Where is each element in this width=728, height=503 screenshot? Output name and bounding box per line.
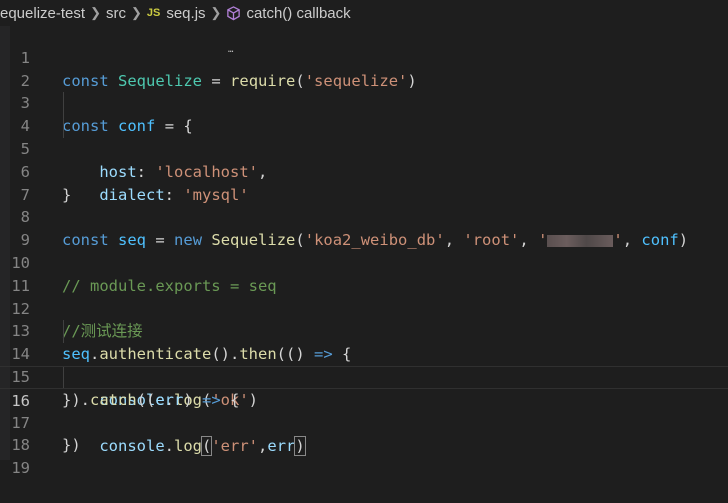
breadcrumb-subfolder[interactable]: src xyxy=(106,5,126,22)
code-line[interactable]: 8 const seq = new Sequelize('koa2_weibo_… xyxy=(0,184,728,249)
code-line[interactable]: 2 xyxy=(0,47,728,90)
indent-guide xyxy=(63,320,64,344)
code-line[interactable]: 7 xyxy=(0,161,728,204)
code-line[interactable]: 3 const conf = { xyxy=(0,70,728,135)
code-line[interactable]: 10 // module.exports = seq xyxy=(0,229,728,295)
breadcrumb-file-label: seq.js xyxy=(166,4,206,22)
code-line[interactable]: 15 }).catch((err) => { xyxy=(0,343,728,409)
js-file-icon: JS xyxy=(146,7,161,19)
code-line[interactable]: 1 const Sequelize = require('sequelize')… xyxy=(0,24,728,90)
code-line[interactable]: 9 xyxy=(0,206,728,249)
code-line[interactable]: 5 dialect: 'mysql' xyxy=(0,115,728,204)
breadcrumb-symbol-label: catch() callback xyxy=(246,4,351,22)
code-editor[interactable]: 1 const Sequelize = require('sequelize')… xyxy=(0,24,728,477)
chevron-right-icon: ❯ xyxy=(210,5,222,20)
code-line[interactable]: 11 xyxy=(0,252,728,295)
breadcrumb-folder[interactable]: equelize-test xyxy=(0,5,85,22)
code-line[interactable]: 13 seq.authenticate().then(() => { xyxy=(0,298,728,363)
indent-guide xyxy=(63,115,64,138)
code-line[interactable]: 17 }) xyxy=(0,389,728,455)
code-line[interactable]: 14 console.log('ok') xyxy=(0,320,728,409)
indent-guide xyxy=(63,92,64,116)
code-line[interactable]: 12 //测试连接 xyxy=(0,275,728,341)
chevron-right-icon: ❯ xyxy=(90,5,101,20)
line-number: 19 xyxy=(11,459,30,478)
indent-guide xyxy=(63,366,64,388)
code-line-active[interactable]: 16 console.log('err',err) xyxy=(0,365,728,457)
code-line[interactable]: 18 xyxy=(0,412,728,454)
breadcrumb-symbol[interactable]: catch() callback xyxy=(226,4,351,22)
code-line[interactable]: 19 xyxy=(0,434,728,477)
chevron-right-icon: ❯ xyxy=(130,5,142,20)
breadcrumb-file[interactable]: JS seq.js xyxy=(147,5,206,22)
code-line[interactable]: 6 } xyxy=(0,138,728,204)
breadcrumb: equelize-test ❯ src ❯ JS seq.js ❯ catch(… xyxy=(0,0,728,26)
code-line[interactable]: 4 host: 'localhost', xyxy=(0,92,728,181)
method-cube-icon xyxy=(227,5,241,20)
